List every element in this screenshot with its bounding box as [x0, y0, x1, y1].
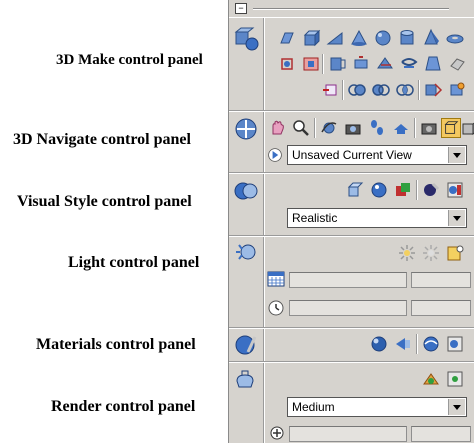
time-clock-icon[interactable]: [267, 299, 285, 317]
chevron-down-icon[interactable]: [448, 147, 465, 163]
label-visual-style-panel: Visual Style control panel: [17, 193, 192, 210]
label-3d-navigate-panel: 3D Navigate control panel: [13, 131, 191, 148]
perspective-camera-icon[interactable]: [419, 118, 439, 138]
zoom-icon[interactable]: [291, 118, 311, 138]
panel-divider: [229, 361, 474, 363]
render-size-slider-track[interactable]: [289, 426, 407, 442]
helix-icon[interactable]: [399, 54, 419, 74]
3d-wireframe-icon[interactable]: [345, 180, 365, 200]
render-preset-select-value: Medium: [292, 400, 335, 414]
label-light-panel: Light control panel: [68, 254, 200, 271]
orbit-icon[interactable]: [319, 118, 339, 138]
torus-icon[interactable]: [445, 28, 465, 48]
panel-divider: [229, 172, 474, 174]
3d-navigate-panel-icon[interactable]: [233, 116, 259, 142]
materials-panel-icon[interactable]: [233, 332, 259, 358]
time-field[interactable]: [411, 300, 471, 316]
3d-move-icon[interactable]: [423, 80, 443, 100]
chevron-down-icon[interactable]: [448, 399, 465, 415]
light-panel-icon[interactable]: [233, 241, 259, 267]
box-icon[interactable]: [301, 28, 321, 48]
planar-mapping-icon[interactable]: [393, 334, 413, 354]
default-lighting-icon[interactable]: [397, 243, 417, 263]
view-select-value: Unsaved Current View: [292, 148, 412, 162]
palette-title-bar[interactable]: −: [229, 0, 474, 18]
polysolid-icon[interactable]: [277, 28, 297, 48]
panel-divider: [229, 110, 474, 112]
view-select[interactable]: Unsaved Current View: [287, 145, 467, 165]
fly-icon[interactable]: [391, 118, 411, 138]
3d-hidden-icon[interactable]: [369, 180, 389, 200]
render-panel-icon[interactable]: [233, 367, 259, 393]
pyramid-icon[interactable]: [421, 28, 441, 48]
sun-lighting-icon[interactable]: [421, 243, 441, 263]
render-output-size-icon[interactable]: [269, 425, 285, 441]
render-icon[interactable]: [421, 369, 441, 389]
render-size-field[interactable]: [411, 426, 471, 442]
materials-manager-icon[interactable]: [445, 334, 465, 354]
revolve-icon[interactable]: [351, 54, 371, 74]
toolbar-separator: [416, 334, 418, 354]
panel-icon-divider: [263, 18, 265, 443]
pan-icon[interactable]: [267, 118, 287, 138]
intersect-icon[interactable]: [395, 80, 415, 100]
toolbar-separator: [342, 80, 344, 100]
presspull-icon[interactable]: [301, 54, 321, 74]
toolbar-separator: [414, 118, 416, 138]
date-slider-track[interactable]: [289, 272, 407, 288]
toolbar-separator: [322, 54, 324, 74]
light-list-icon[interactable]: [445, 243, 465, 263]
visual-style-panel-icon[interactable]: [233, 178, 259, 204]
walk-icon[interactable]: [367, 118, 387, 138]
perspective-projection-icon[interactable]: [461, 118, 474, 138]
section-plane-icon[interactable]: [321, 80, 341, 100]
named-view-icon[interactable]: [267, 147, 283, 163]
dashboard-palette: − Unsaved Current View Realistic Medium: [228, 0, 474, 443]
union-icon[interactable]: [347, 80, 367, 100]
render-window-icon[interactable]: [445, 369, 465, 389]
toolbar-separator: [416, 180, 418, 200]
palette-minimize-icon[interactable]: −: [235, 3, 247, 14]
label-render-panel: Render control panel: [51, 398, 196, 415]
render-preset-select[interactable]: Medium: [287, 397, 467, 417]
shell-icon[interactable]: [447, 54, 467, 74]
3d-rotate-icon[interactable]: [447, 80, 467, 100]
time-slider-track[interactable]: [289, 300, 407, 316]
realistic-style-icon[interactable]: [393, 180, 413, 200]
subtract-icon[interactable]: [371, 80, 391, 100]
toolbar-separator: [314, 118, 316, 138]
3d-make-panel-icon[interactable]: [233, 26, 259, 52]
chevron-down-icon[interactable]: [448, 210, 465, 226]
visual-styles-manager-icon[interactable]: [445, 180, 465, 200]
wedge-icon[interactable]: [325, 28, 345, 48]
sweep-icon[interactable]: [327, 54, 347, 74]
label-materials-panel: Materials control panel: [36, 336, 196, 353]
grip-bar: [253, 8, 449, 10]
cone-icon[interactable]: [349, 28, 369, 48]
date-field[interactable]: [411, 272, 471, 288]
sphere-icon[interactable]: [373, 28, 393, 48]
materials-attach-icon[interactable]: [421, 334, 441, 354]
visual-style-select[interactable]: Realistic: [287, 208, 467, 228]
panel-divider: [229, 235, 474, 237]
materials-icon[interactable]: [369, 334, 389, 354]
date-calendar-icon[interactable]: [267, 270, 285, 288]
loft-icon[interactable]: [423, 54, 443, 74]
toolbar-separator: [418, 80, 420, 100]
cylinder-icon[interactable]: [397, 28, 417, 48]
extrude-icon[interactable]: [277, 54, 297, 74]
label-3d-make-panel: 3D Make control panel: [56, 52, 203, 68]
slice-icon[interactable]: [375, 54, 395, 74]
visual-style-select-value: Realistic: [292, 211, 338, 225]
panel-divider: [229, 327, 474, 329]
conceptual-style-icon[interactable]: [421, 180, 441, 200]
parallel-projection-icon[interactable]: [441, 118, 461, 138]
camera-icon[interactable]: [343, 118, 363, 138]
